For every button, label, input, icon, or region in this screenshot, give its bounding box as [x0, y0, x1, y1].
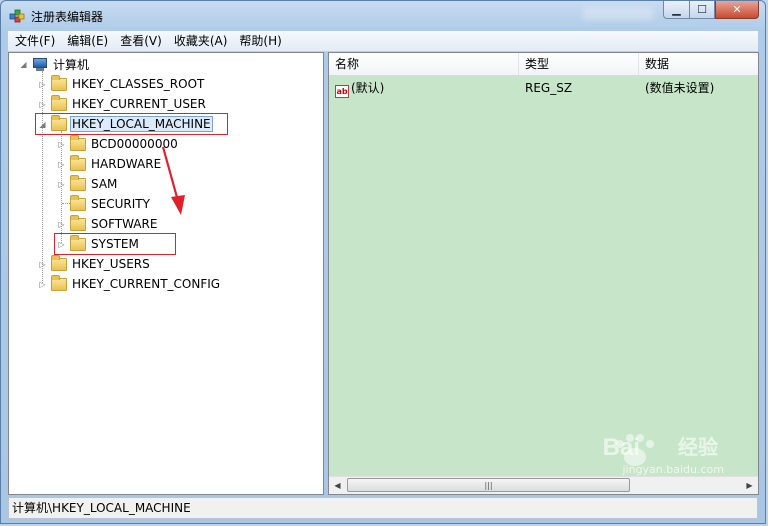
folder-icon [70, 214, 86, 231]
value-name-cell: ab (默认) [329, 78, 384, 98]
tree-node-sam[interactable]: ▷ SAM [57, 174, 119, 194]
close-button[interactable]: ✕ [715, 1, 759, 19]
tree-node-security[interactable]: SECURITY [57, 194, 152, 214]
tree-node-label: HKEY_USERS [72, 257, 150, 271]
key-tree-pane[interactable]: ◢ 计算机 ▷ HKEY_CLASSES_ROOT ▷ HKEY_CURRENT… [8, 52, 324, 495]
folder-icon [51, 94, 67, 111]
no-expander [57, 200, 66, 209]
collapse-arrow-icon[interactable]: ◢ [19, 60, 28, 69]
watermark-brand-2: 经验 [678, 435, 718, 459]
column-header-type[interactable]: 类型 [519, 53, 639, 75]
folder-icon [70, 134, 86, 151]
annotation-arrow-icon [161, 146, 185, 215]
menu-view[interactable]: 查看(V) [113, 31, 167, 51]
status-bar: 计算机\HKEY_LOCAL_MACHINE [8, 497, 758, 519]
expand-arrow-icon[interactable]: ▷ [38, 260, 47, 269]
tree-node-software[interactable]: ▷ SOFTWARE [57, 214, 159, 234]
tree-node-hkcc[interactable]: ▷ HKEY_CURRENT_CONFIG [38, 274, 222, 294]
expand-arrow-icon[interactable]: ▷ [38, 100, 47, 109]
value-name: (默认) [351, 81, 385, 95]
tree-node-label: HKEY_CURRENT_CONFIG [72, 277, 221, 291]
minimize-button[interactable]: ▁ [663, 1, 689, 19]
annotation-highlight-box [54, 233, 176, 255]
tree-node-label: SOFTWARE [91, 217, 158, 231]
blurred-region [583, 6, 653, 20]
watermark-url: jingyan.baidu.com [622, 463, 724, 476]
grip-icon: ||| [484, 480, 493, 490]
tree-node-computer[interactable]: ◢ 计算机 [19, 54, 91, 74]
expand-arrow-icon[interactable]: ▷ [57, 160, 66, 169]
expand-arrow-icon[interactable]: ▷ [38, 280, 47, 289]
expand-arrow-icon[interactable]: ▷ [38, 80, 47, 89]
scroll-left-arrow-icon[interactable]: ◀ [329, 477, 346, 494]
maximize-icon: ☐ [697, 3, 707, 16]
computer-icon [32, 57, 48, 71]
folder-icon [51, 254, 67, 271]
menu-edit[interactable]: 编辑(E) [60, 31, 113, 51]
close-icon: ✕ [732, 3, 742, 16]
value-data-cell: (数值未设置) [645, 81, 715, 95]
list-item[interactable]: ab (默认) REG_SZ (数值未设置) [329, 78, 758, 98]
menu-bar: 文件(F) 编辑(E) 查看(V) 收藏夹(A) 帮助(H) [8, 31, 758, 52]
tree-node-hkcu[interactable]: ▷ HKEY_CURRENT_USER [38, 94, 208, 114]
scrollbar-thumb[interactable]: ||| [347, 478, 630, 492]
folder-icon [51, 74, 67, 91]
tree-node-label: HKEY_CLASSES_ROOT [72, 77, 205, 91]
horizontal-scrollbar[interactable]: ◀ ||| ▶ [329, 476, 758, 494]
column-header-data[interactable]: 数据 [639, 53, 758, 75]
annotation-highlight-box [35, 113, 228, 135]
folder-icon [70, 194, 86, 211]
tree-node-hardware[interactable]: ▷ HARDWARE [57, 154, 163, 174]
watermark-brand: Bai [602, 434, 640, 461]
menu-help[interactable]: 帮助(H) [232, 31, 286, 51]
window-title: 注册表编辑器 [31, 10, 104, 24]
column-header-name[interactable]: 名称 [329, 53, 519, 75]
menu-favorites[interactable]: 收藏夹(A) [167, 31, 233, 51]
string-value-icon: ab [335, 85, 349, 98]
status-path: 计算机\HKEY_LOCAL_MACHINE [12, 501, 191, 515]
value-type-cell: REG_SZ [525, 81, 573, 95]
tree-node-label: SAM [91, 177, 118, 191]
folder-icon [70, 154, 86, 171]
tree-node-hkcr[interactable]: ▷ HKEY_CLASSES_ROOT [38, 74, 206, 94]
expand-arrow-icon[interactable]: ▷ [57, 180, 66, 189]
folder-icon [51, 274, 67, 291]
list-header: 名称 类型 数据 [329, 53, 758, 76]
expand-arrow-icon[interactable]: ▷ [57, 220, 66, 229]
expand-arrow-icon[interactable]: ▷ [57, 140, 66, 149]
tree-node-label: HKEY_CURRENT_USER [72, 97, 206, 111]
minimize-icon: ▁ [672, 3, 681, 16]
tree-node-label: HARDWARE [91, 157, 162, 171]
menu-file[interactable]: 文件(F) [8, 31, 60, 51]
regedit-app-icon [9, 9, 25, 23]
window-controls: ▁ ☐ ✕ [663, 1, 759, 21]
values-list-pane[interactable]: 名称 类型 数据 ab (默认) REG_SZ (数值未设置) Bai 经验 ji… [328, 52, 759, 495]
maximize-button[interactable]: ☐ [689, 1, 715, 19]
tree-node-hku[interactable]: ▷ HKEY_USERS [38, 254, 152, 274]
tree-node-label: 计算机 [53, 57, 90, 72]
tree-node-label: SECURITY [91, 197, 150, 211]
scroll-right-arrow-icon[interactable]: ▶ [741, 477, 758, 494]
registry-editor-window: 注册表编辑器 ▁ ☐ ✕ 文件(F) 编辑(E) 查看(V) 收藏夹(A) 帮助… [0, 0, 766, 524]
folder-icon [70, 174, 86, 191]
title-bar[interactable]: 注册表编辑器 ▁ ☐ ✕ [1, 1, 765, 31]
